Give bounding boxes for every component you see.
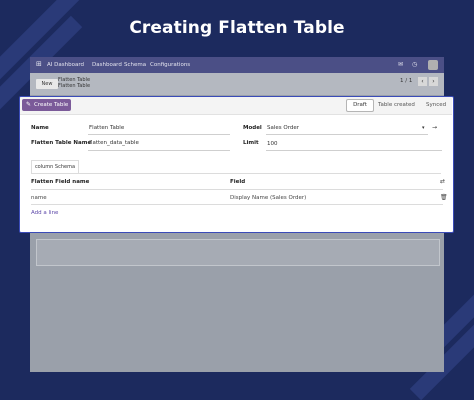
table-name-field-underline xyxy=(88,150,230,151)
form-card: ✎ Create Table Draft Table created Synce… xyxy=(19,96,454,233)
model-label: Model xyxy=(243,125,262,131)
optional-columns-icon[interactable]: ⇄ xyxy=(440,178,445,185)
avatar[interactable] xyxy=(428,60,438,70)
trash-icon[interactable]: 🗑 xyxy=(440,194,448,201)
background-form-section xyxy=(36,239,440,266)
banner-title: Creating Flatten Table xyxy=(129,18,345,38)
chat-icon[interactable]: ✉ xyxy=(398,61,403,68)
tab-column-schema[interactable]: column Schema xyxy=(31,160,79,173)
external-link-icon[interactable]: → xyxy=(432,124,437,131)
chevron-down-icon[interactable]: ▾ xyxy=(422,125,425,131)
stage-synced[interactable]: Synced xyxy=(426,99,446,112)
table-name-label: Flatten Table Name xyxy=(31,140,92,146)
new-button[interactable]: New xyxy=(36,79,58,89)
name-field-underline xyxy=(88,134,230,135)
table-header-divider xyxy=(31,189,443,190)
menu-schema[interactable]: Schema xyxy=(124,62,146,68)
column-header-flatten-field-name[interactable]: Flatten Field name xyxy=(31,179,89,185)
pager-prev-icon[interactable]: ‹ xyxy=(418,77,427,86)
apps-menu-icon[interactable]: ⊞ xyxy=(36,61,42,68)
edit-icon: ✎ xyxy=(26,101,32,108)
control-panel: New Flatten Table Flatten Table 1 / 1 ‹ … xyxy=(30,73,444,95)
row-field[interactable]: Display Name (Sales Order) xyxy=(230,195,306,201)
brand-label[interactable]: AI Dashboard xyxy=(47,62,84,68)
pager-value[interactable]: 1 / 1 xyxy=(400,78,412,84)
limit-field[interactable]: 100 xyxy=(267,141,278,147)
column-header-field[interactable]: Field xyxy=(230,179,245,185)
limit-label: Limit xyxy=(243,140,259,146)
model-field-underline xyxy=(266,134,428,135)
table-name-field[interactable]: flatten_data_table xyxy=(89,140,139,146)
activity-icon[interactable]: ◷ xyxy=(412,61,417,68)
model-select[interactable]: Sales Order xyxy=(267,125,299,131)
create-table-label: Create Table xyxy=(34,102,69,108)
menu-configurations[interactable]: Configurations xyxy=(150,62,190,68)
breadcrumb-current: Flatten Table xyxy=(58,83,91,89)
add-line-link[interactable]: Add a line xyxy=(31,210,58,216)
tab-divider xyxy=(31,173,441,174)
stage-draft[interactable]: Draft xyxy=(346,99,374,112)
create-table-button[interactable]: ✎ Create Table xyxy=(22,99,71,111)
limit-field-underline xyxy=(266,150,442,151)
pager-next-icon[interactable]: › xyxy=(429,77,438,86)
stage-table-created[interactable]: Table created xyxy=(378,99,415,112)
top-navbar: ⊞ AI Dashboard Dashboard Schema Configur… xyxy=(30,57,444,73)
table-row-divider xyxy=(31,204,443,205)
name-label: Name xyxy=(31,125,49,131)
form-statusbar: ✎ Create Table Draft Table created Synce… xyxy=(20,97,452,115)
menu-dashboard[interactable]: Dashboard xyxy=(92,62,122,68)
name-field[interactable]: Flatten Table xyxy=(89,125,124,131)
row-flatten-field-name[interactable]: name xyxy=(31,195,47,201)
